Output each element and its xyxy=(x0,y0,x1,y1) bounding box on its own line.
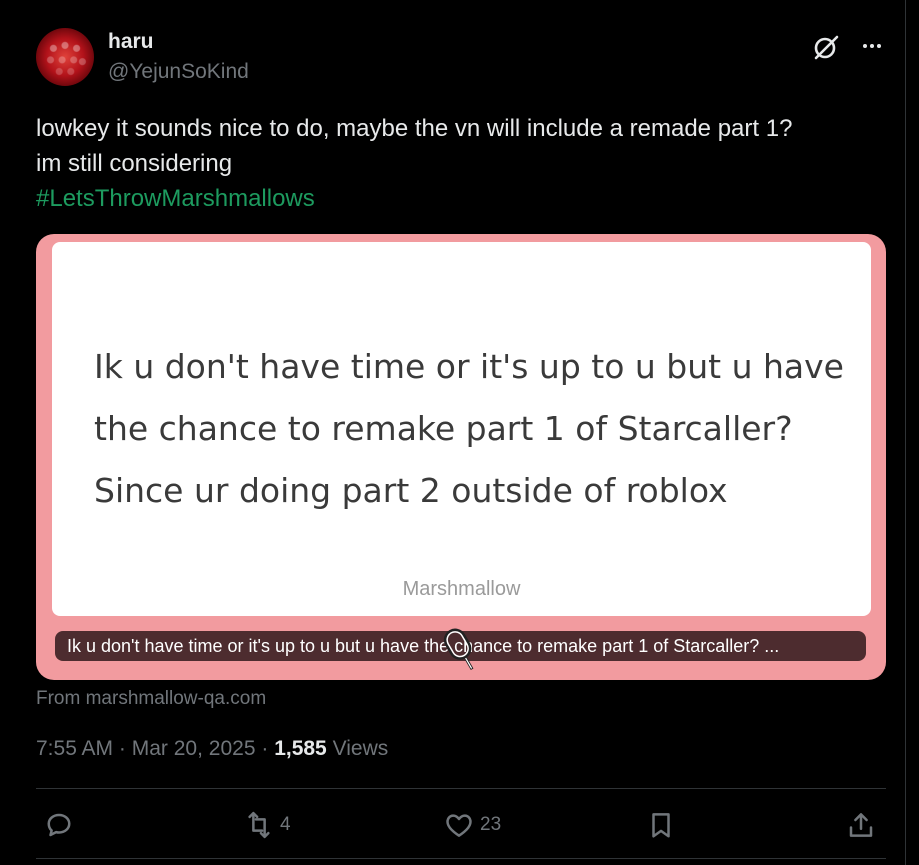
heart-icon xyxy=(446,814,472,837)
retweet-count: 4 xyxy=(280,814,291,835)
tweet-detail: haru @YejunSoKind lowkey it sounds nice … xyxy=(0,0,906,865)
card-question-line: Ik u don't have time or it's up to u but… xyxy=(94,347,844,386)
card-question: Ik u don't have time or it's up to u but… xyxy=(94,336,854,522)
card-question-line: the chance to remake part 1 of Starcalle… xyxy=(94,409,793,448)
tweet-text-line: im still considering xyxy=(36,150,233,177)
views-count: 1,585 xyxy=(274,737,327,760)
hashtag-link[interactable]: #LetsThrowMarshmallows xyxy=(36,181,896,216)
card-image: Ik u don't have time or it's up to u but… xyxy=(52,242,871,616)
grok-icon[interactable] xyxy=(812,33,840,61)
tweet-meta: 7:55 AM · Mar 20, 2025 · 1,585 Views xyxy=(36,737,388,761)
like-count: 23 xyxy=(480,814,502,835)
card-source[interactable]: From marshmallow-qa.com xyxy=(36,688,266,710)
avatar[interactable] xyxy=(36,28,94,86)
post-time[interactable]: 7:55 AM xyxy=(36,737,113,760)
post-date[interactable]: Mar 20, 2025 xyxy=(132,737,256,760)
views-label: Views xyxy=(332,737,389,760)
card-brand: Marshmallow xyxy=(402,578,521,600)
bookmark-icon xyxy=(652,813,670,838)
like-button[interactable]: 23 xyxy=(444,805,501,845)
display-name[interactable]: haru xyxy=(108,30,154,54)
meta-separator: · xyxy=(261,737,269,760)
reply-button[interactable] xyxy=(44,805,80,845)
share-icon xyxy=(849,813,873,837)
retweet-button[interactable]: 4 xyxy=(244,805,291,845)
action-bar: 4 23 xyxy=(36,805,886,845)
cursor-icon xyxy=(443,628,474,671)
link-card[interactable]: Ik u don't have time or it's up to u but… xyxy=(36,234,886,680)
share-button[interactable] xyxy=(846,805,876,845)
divider xyxy=(36,858,886,859)
more-options-icon[interactable] xyxy=(858,34,886,58)
tweet-text: lowkey it sounds nice to do, maybe the v… xyxy=(36,111,896,216)
reply-icon xyxy=(47,813,71,837)
bookmark-button[interactable] xyxy=(646,805,676,845)
retweet-icon xyxy=(248,811,270,839)
card-question-line: Since ur doing part 2 outside of roblox xyxy=(94,471,728,510)
tweet-text-line: lowkey it sounds nice to do, maybe the v… xyxy=(36,115,793,142)
divider xyxy=(36,788,886,789)
meta-separator: · xyxy=(118,737,126,760)
user-handle[interactable]: @YejunSoKind xyxy=(108,60,249,84)
